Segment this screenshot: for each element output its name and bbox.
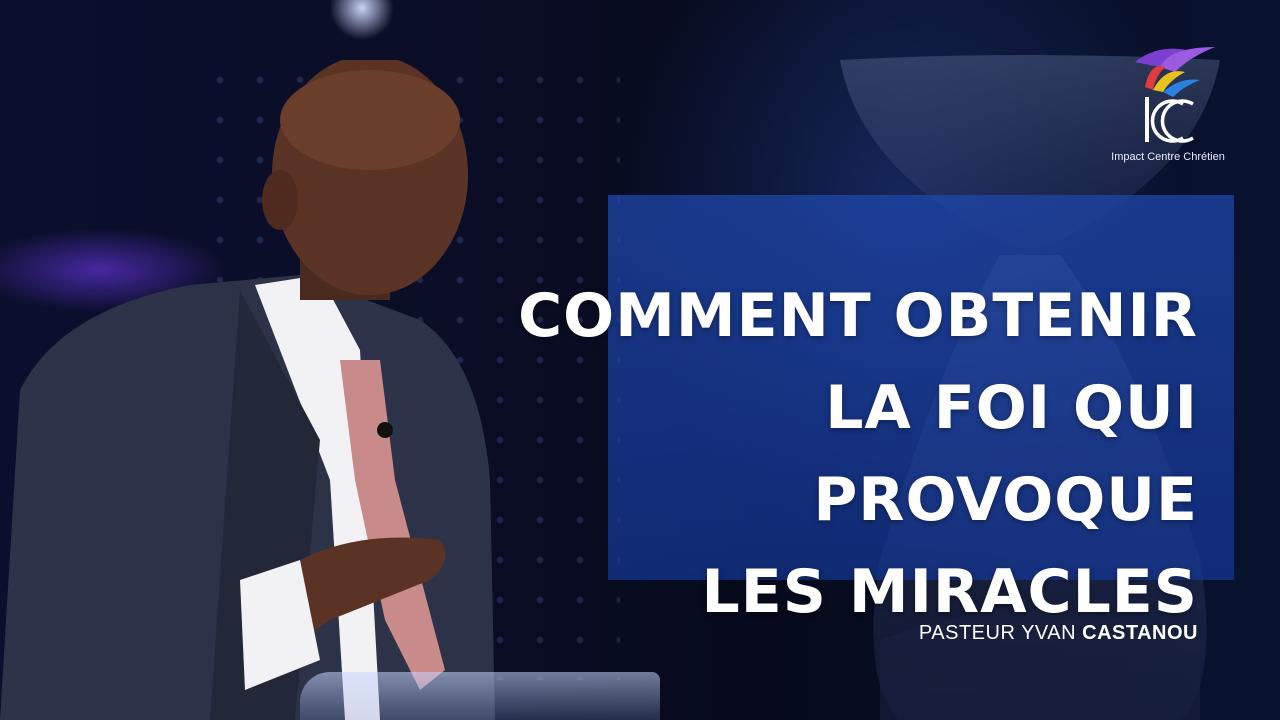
speaker-role: PASTEUR YVAN [918,622,1083,644]
logo-name: Impact Centre Chrétien [1111,151,1225,163]
sermon-title: COMMENT OBTENIR LA FOI QUI PROVOQUE LES … [498,270,1198,638]
lectern [300,672,660,720]
title-line-1: COMMENT OBTENIR [518,281,1198,351]
stage-background: COMMENT OBTENIR LA FOI QUI PROVOQUE LES … [0,0,1280,720]
speaker-name: PASTEUR YVAN CASTANOU [919,622,1198,645]
speaker-surname: CASTANOU [1082,622,1198,644]
title-line-2: LA FOI QUI PROVOQUE [813,373,1198,535]
